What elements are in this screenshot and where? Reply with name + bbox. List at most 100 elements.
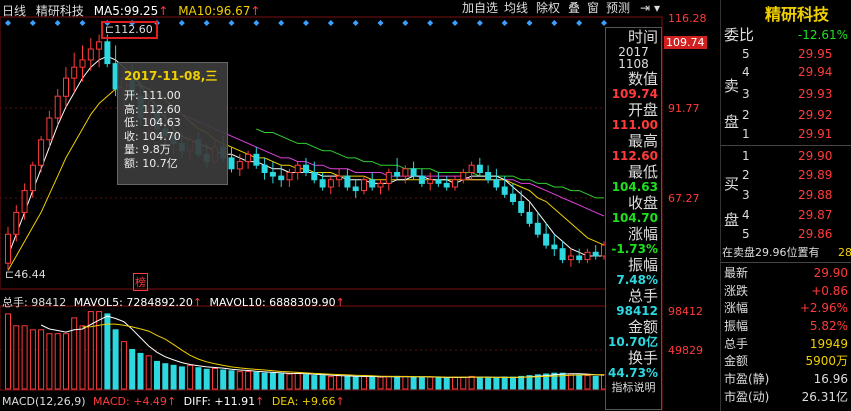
volume-bar — [129, 349, 136, 390]
stat-volume: 总手 19949 — [724, 337, 848, 351]
event-diamond-icon — [278, 20, 285, 26]
ma5-label: MA5: — [93, 4, 124, 18]
forecast-button[interactable]: 预测 — [604, 0, 632, 17]
event-diamond-icon — [352, 20, 359, 26]
volume-bar — [526, 375, 533, 390]
info-low: 104.63 — [611, 180, 658, 194]
candle-body — [344, 175, 351, 188]
window-button[interactable]: 窗 — [585, 0, 601, 17]
diff-value: DIFF: +11.91 — [183, 395, 256, 408]
volume-bar — [278, 373, 285, 390]
volume-bar — [452, 376, 458, 390]
ma-button[interactable]: 均线 — [502, 0, 530, 17]
price-axis-label-low: 67.27 — [668, 192, 700, 205]
buy-level-2[interactable]: 2 29.89 — [721, 167, 851, 183]
candle-body — [410, 168, 417, 177]
sell-level-3[interactable]: 3 29.93 — [721, 86, 851, 102]
volume-bar — [435, 377, 442, 390]
buy-level-5[interactable]: 5 29.86 — [721, 226, 851, 242]
volume-bar — [327, 375, 334, 390]
mavol10-line — [82, 323, 605, 378]
ma10-value: 96.67 — [216, 4, 251, 18]
event-diamond-icon — [303, 20, 309, 26]
volume-bar — [13, 325, 20, 390]
candle-body — [54, 95, 61, 119]
candle-body — [79, 59, 86, 68]
macd-title[interactable]: MACD(12,26,9) — [2, 395, 86, 408]
high-marker: ⊏112.60 — [105, 23, 153, 36]
info-high: 112.60 — [611, 149, 658, 163]
tooltip-low: 低: 104.63 — [124, 116, 181, 130]
buy-level-3[interactable]: 3 29.88 — [721, 187, 851, 203]
volume-bar — [485, 377, 492, 390]
macd-arrow: ↑ — [166, 395, 177, 408]
candle-body — [253, 153, 260, 166]
info-time-md: 1108 — [618, 57, 649, 71]
volume-bar — [361, 375, 367, 390]
volume-bar — [145, 355, 152, 390]
volume-bar — [443, 377, 450, 390]
event-diamond-icon — [377, 20, 384, 26]
overlay-button[interactable]: 叠 — [566, 0, 582, 17]
stat-amount: 金额 5900万 — [724, 354, 848, 368]
exright-button[interactable]: 除权 — [534, 0, 562, 17]
sell-level-1[interactable]: 1 29.91 — [721, 126, 851, 142]
indicator-help-link[interactable]: 指标说明 — [606, 382, 661, 394]
candle-body — [303, 164, 309, 173]
volume-bar — [385, 375, 392, 390]
volume-bar — [352, 376, 359, 390]
info-time-label: 时间 — [627, 28, 658, 46]
stat-change-pct: 涨幅 +2.96% — [724, 301, 848, 315]
candle-body — [526, 211, 533, 224]
stat-amplitude: 振幅 5.82% — [724, 319, 848, 333]
volume-bar — [220, 369, 227, 390]
volume-bar — [253, 371, 260, 390]
candle-body — [584, 251, 591, 261]
candle-body — [336, 175, 343, 181]
book-divider — [721, 145, 851, 146]
tooltip-volume: 量: 9.8万 — [124, 143, 171, 157]
candle-body — [592, 251, 599, 257]
candle-body — [228, 157, 235, 170]
ma5-line — [7, 55, 604, 257]
candle-body — [327, 179, 334, 188]
dropdown-arrow-icon[interactable]: ▾ — [652, 0, 662, 17]
candle-body — [501, 186, 508, 195]
sell-level-2[interactable]: 2 29.92 — [721, 107, 851, 123]
info-amp: 7.48% — [616, 273, 658, 287]
candle-body — [534, 222, 541, 235]
candle-body — [402, 168, 409, 177]
sell-level-4[interactable]: 4 29.94 — [721, 64, 851, 80]
info-chg-label: 涨幅 — [627, 225, 658, 243]
period-label[interactable]: 日线 — [2, 4, 26, 18]
event-diamond-icon — [402, 20, 409, 26]
volume-bar — [584, 375, 591, 390]
mavol10-arrow: ↑ — [335, 296, 345, 309]
price-axis-label-mid: 91.77 — [668, 102, 700, 115]
tooltip-close: 收: 104.70 — [124, 129, 181, 143]
volume-bar — [21, 325, 28, 390]
price-axis-label-max: 116.28 — [668, 12, 707, 25]
volume-bar — [236, 371, 243, 390]
buy-level-1[interactable]: 1 29.90 — [721, 148, 851, 164]
sell-level-5[interactable]: 5 29.95 — [721, 46, 851, 62]
candle-body — [21, 190, 28, 213]
buy-level-4[interactable]: 4 29.87 — [721, 207, 851, 223]
info-chg: -1.73% — [611, 242, 658, 256]
info-turn-label: 换手 — [627, 349, 658, 367]
quote-panel: 精研科技 委比 -12.61% 卖盘 5 29.95 4 29.94 3 29.93 … — [720, 0, 851, 411]
info-value-label: 数值 — [627, 70, 658, 88]
ma5-arrow: ↑ — [158, 4, 169, 18]
weibi-value: -12.61% — [797, 28, 848, 42]
info-turn: 44.73% — [608, 366, 658, 380]
candle-body — [493, 179, 500, 188]
candle-body — [394, 172, 401, 177]
rank-badge[interactable]: 榜 — [133, 273, 148, 291]
candle-body — [485, 172, 492, 181]
candle-body — [96, 41, 103, 50]
toolbar: 加自选 均线 除权 叠 窗 预测 ⇥ ▾ — [460, 0, 660, 17]
add-watchlist-button[interactable]: 加自选 — [460, 0, 500, 17]
candle-body — [29, 164, 36, 192]
event-diamond-icon — [551, 20, 558, 26]
volume-bar — [377, 376, 384, 390]
